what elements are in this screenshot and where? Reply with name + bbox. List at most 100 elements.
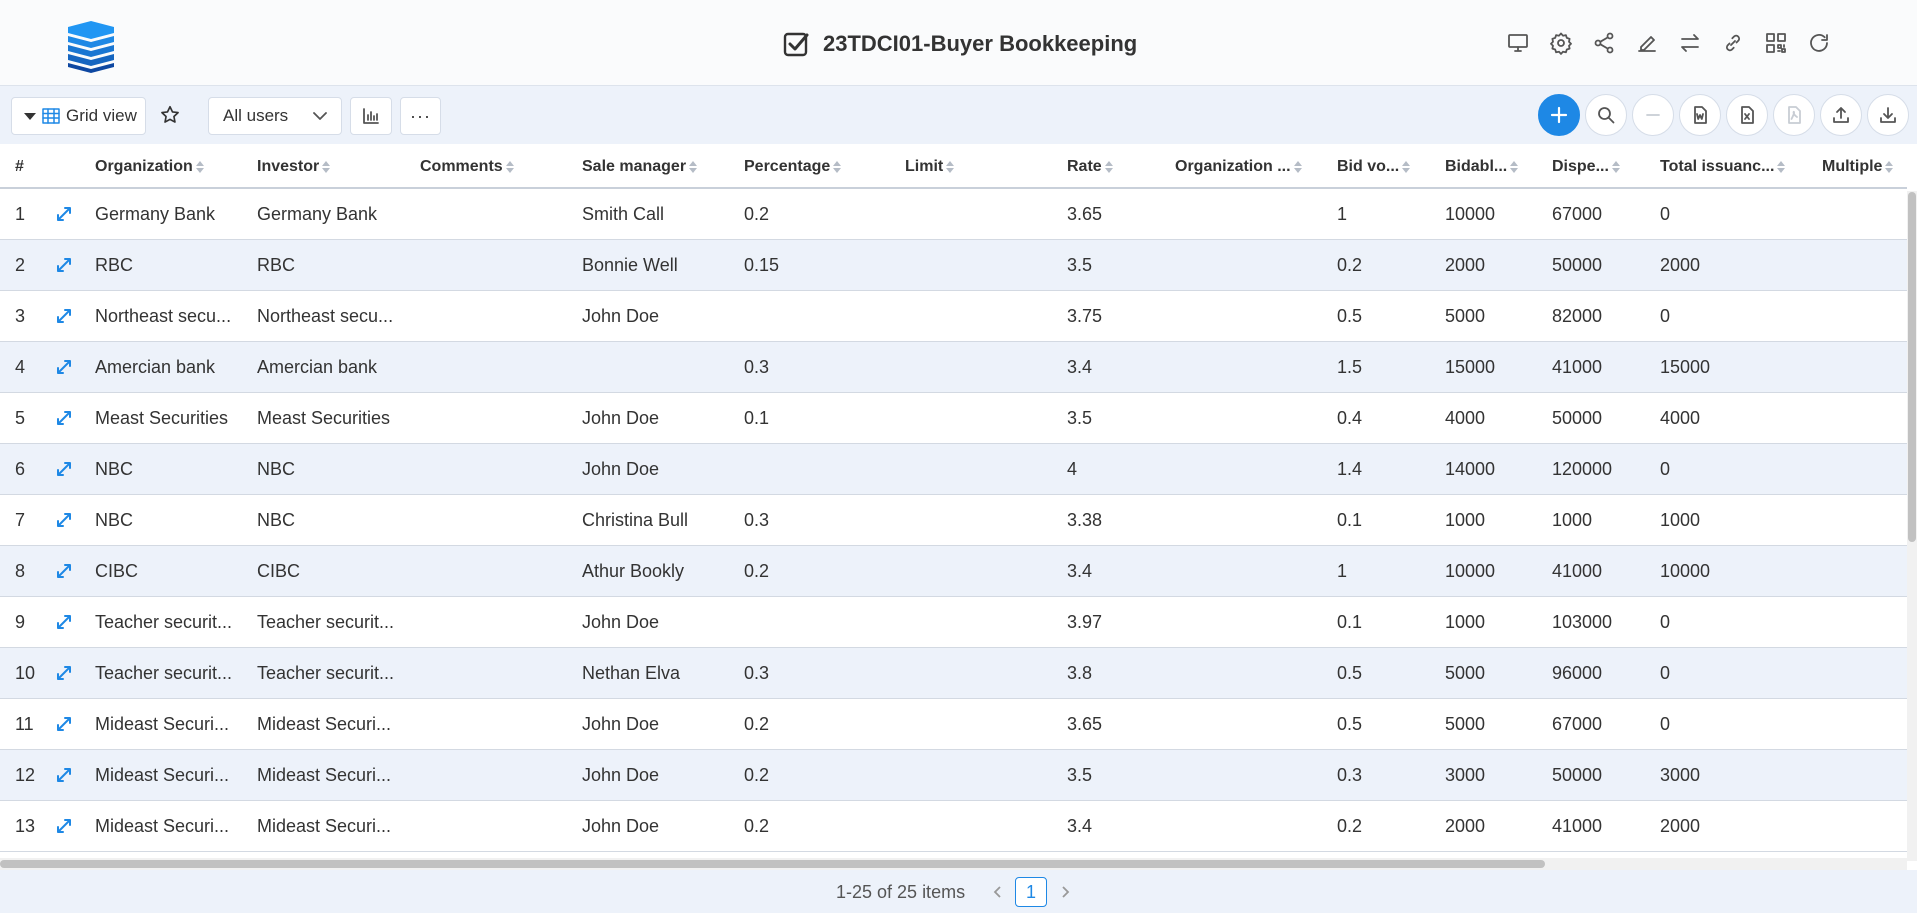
cell-sale-manager[interactable]: John Doe [582,801,732,851]
cell-comments[interactable] [420,393,570,443]
cell-investor[interactable]: Germany Bank [257,189,407,239]
cell-organization[interactable]: NBC [95,495,245,545]
cell-total-issuance[interactable]: 0 [1660,291,1810,341]
cell-organization-2[interactable] [1175,597,1325,647]
header-col-comments[interactable]: Comments [420,144,570,189]
cell-bid-volume[interactable]: 0.5 [1337,291,1437,341]
sort-icon[interactable] [1777,160,1786,173]
cell-percentage[interactable]: 0.2 [744,189,894,239]
cell-investor[interactable]: Mideast Securi... [257,750,407,800]
cell-bid-volume[interactable]: 0.3 [1337,750,1437,800]
cell-organization-2[interactable] [1175,240,1325,290]
share-icon[interactable] [1588,25,1620,61]
cell-percentage[interactable] [744,444,894,494]
cell-percentage[interactable]: 0.2 [744,699,894,749]
cell-total-issuance[interactable]: 1000 [1660,495,1810,545]
cell-sale-manager[interactable]: John Doe [582,444,732,494]
cell-dispersed[interactable]: 50000 [1552,750,1652,800]
sort-icon[interactable] [195,160,204,173]
table-row[interactable]: 4 Amercian bank Amercian bank 0.3 3.4 1.5 1500… [0,342,1907,393]
sort-icon[interactable] [1402,160,1411,173]
cell-organization[interactable]: Germany Bank [95,189,245,239]
cell-bidable[interactable]: 2000 [1445,801,1545,851]
cell-dispersed[interactable]: 67000 [1552,699,1652,749]
cell-limit[interactable] [905,546,1055,596]
cell-bidable[interactable]: 14000 [1445,444,1545,494]
cell-total-issuance[interactable]: 15000 [1660,342,1810,392]
link-icon[interactable] [1717,25,1749,61]
chart-button[interactable] [350,97,392,135]
cell-index[interactable]: 7 [15,495,55,545]
header-col-organization[interactable]: Organization [95,144,245,189]
cell-limit[interactable] [905,291,1055,341]
table-row[interactable]: 9 Teacher securit... Teacher securit... Joh… [0,597,1907,648]
sort-icon[interactable] [1885,160,1894,173]
cell-investor[interactable]: Meast Securities [257,393,407,443]
cell-bid-volume[interactable]: 0.2 [1337,801,1437,851]
cell-index[interactable]: 6 [15,444,55,494]
cell-bid-volume[interactable]: 1 [1337,189,1437,239]
cell-multiple[interactable] [1822,699,1907,749]
cell-bidable[interactable]: 1000 [1445,597,1545,647]
cell-index[interactable]: 9 [15,597,55,647]
cell-rate[interactable]: 3.8 [1067,648,1167,698]
cell-organization-2[interactable] [1175,189,1325,239]
cell-multiple[interactable] [1822,495,1907,545]
header-col-organization-2[interactable]: Organization ... [1175,144,1325,189]
cell-investor[interactable]: Amercian bank [257,342,407,392]
expand-row-icon[interactable] [55,562,73,580]
cell-rate[interactable]: 3.4 [1067,342,1167,392]
export-excel-button[interactable] [1726,94,1768,136]
cell-dispersed[interactable]: 120000 [1552,444,1652,494]
cell-comments[interactable] [420,444,570,494]
cell-multiple[interactable] [1822,597,1907,647]
table-row[interactable]: 8 CIBC CIBC Athur Bookly 0.2 3.4 1 10000 41000 10… [0,546,1907,597]
cell-comments[interactable] [420,801,570,851]
cell-comments[interactable] [420,648,570,698]
cell-percentage[interactable]: 0.3 [744,342,894,392]
table-row[interactable]: 1 Germany Bank Germany Bank Smith Call 0.2 3.… [0,189,1907,240]
cell-organization[interactable]: Meast Securities [95,393,245,443]
cell-investor[interactable]: NBC [257,495,407,545]
cell-total-issuance[interactable]: 2000 [1660,240,1810,290]
cell-index[interactable]: 1 [15,189,55,239]
cell-bid-volume[interactable]: 1 [1337,546,1437,596]
cell-organization-2[interactable] [1175,750,1325,800]
cell-limit[interactable] [905,597,1055,647]
table-row[interactable]: 3 Northeast secu... Northeast secu... John … [0,291,1907,342]
cell-sale-manager[interactable]: John Doe [582,750,732,800]
cell-dispersed[interactable]: 67000 [1552,189,1652,239]
cell-limit[interactable] [905,444,1055,494]
cell-bid-volume[interactable]: 0.4 [1337,393,1437,443]
cell-organization[interactable]: NBC [95,444,245,494]
cell-bidable[interactable]: 2000 [1445,240,1545,290]
cell-rate[interactable]: 3.4 [1067,801,1167,851]
cell-limit[interactable] [905,801,1055,851]
cell-dispersed[interactable]: 82000 [1552,291,1652,341]
cell-organization[interactable]: Northeast secu... [95,291,245,341]
cell-organization[interactable]: Teacher securit... [95,597,245,647]
cell-rate[interactable]: 3.38 [1067,495,1167,545]
export-word-button[interactable] [1679,94,1721,136]
cell-sale-manager[interactable]: Bonnie Well [582,240,732,290]
cell-limit[interactable] [905,342,1055,392]
cell-multiple[interactable] [1822,444,1907,494]
user-filter-select[interactable]: All users [208,97,342,135]
cell-rate[interactable]: 3.4 [1067,546,1167,596]
cell-investor[interactable]: Teacher securit... [257,597,407,647]
cell-limit[interactable] [905,699,1055,749]
cell-bidable[interactable]: 15000 [1445,342,1545,392]
header-col-investor[interactable]: Investor [257,144,407,189]
sort-icon[interactable] [1611,160,1620,173]
cell-limit[interactable] [905,189,1055,239]
cell-total-issuance[interactable]: 0 [1660,444,1810,494]
sort-icon[interactable] [1510,160,1519,173]
header-col-sale-manager[interactable]: Sale manager [582,144,732,189]
cell-investor[interactable]: NBC [257,444,407,494]
cell-comments[interactable] [420,750,570,800]
export-pdf-button[interactable] [1773,94,1815,136]
cell-total-issuance[interactable]: 3000 [1660,750,1810,800]
edit-icon[interactable] [1631,25,1663,61]
header-col-bid-volume[interactable]: Bid vo... [1337,144,1437,189]
expand-row-icon[interactable] [55,205,73,223]
